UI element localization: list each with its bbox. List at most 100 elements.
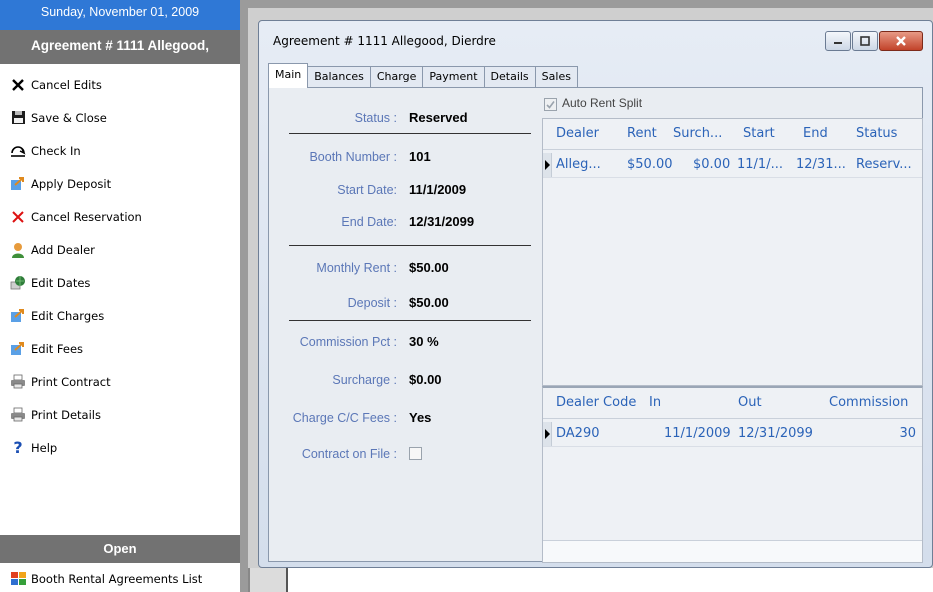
auto-rent-split-checkbox[interactable] [544,98,557,111]
row-divider [543,446,922,447]
tab-bar: Main Balances Charge Payment Details Sal… [268,63,578,88]
column-header-dealer-code[interactable]: Dealer Code [556,388,636,418]
rent-cell: $50.00 [627,157,673,172]
print-details-button[interactable]: Print Details [0,398,240,431]
close-button[interactable] [879,31,923,51]
edit-dates-button[interactable]: Edit Dates [0,266,240,299]
dealer-grid: Dealer Rent Surch... Start End Status Al… [542,118,923,386]
contract-on-file-row: Contract on File : [269,444,537,464]
checkmark-icon [546,101,555,109]
deposit-label: Deposit : [347,296,397,310]
column-header-commission[interactable]: Commission [829,388,908,418]
tab-sales[interactable]: Sales [534,66,578,87]
dealer-cell: Alleg... [556,157,601,172]
contract-on-file-label: Contract on File : [301,447,397,461]
print-contract-button[interactable]: Print Contract [0,365,240,398]
save-close-button[interactable]: Save & Close [0,101,240,134]
booth-rental-agreements-list-label: Booth Rental Agreements List [31,571,203,586]
maximize-button[interactable] [852,31,878,51]
column-header-out[interactable]: Out [738,388,762,418]
status-label: Status : [354,111,397,125]
cancel-edits-button[interactable]: Cancel Edits [0,68,240,101]
main-tab-panel: Status : Reserved Booth Number : 101 Sta… [268,87,923,563]
tab-details[interactable]: Details [483,66,536,87]
start-cell: 11/1/... [737,157,783,172]
commission-cell: 30 [899,426,916,441]
floppy-disk-icon [9,109,27,127]
tab-main[interactable]: Main [268,63,309,88]
agreement-dialog: Agreement # 1111 Allegood, Dierdre Main … [258,20,933,568]
cancel-edits-label: Cancel Edits [31,77,102,92]
list-icon [9,570,27,588]
out-date-cell: 12/31/2099 [738,426,813,441]
status-row: Status : Reserved [269,108,537,128]
surcharge-label: Surcharge : [332,373,397,387]
commission-row: Commission Pct : 30 % [269,332,537,352]
arrow-box-icon [9,340,27,358]
arrow-box-icon [9,307,27,325]
monthly-rent-label: Monthly Rent : [316,261,397,275]
workspace-lower-fill [288,568,933,592]
edit-fees-button[interactable]: Edit Fees [0,332,240,365]
column-header-start[interactable]: Start [743,119,775,149]
monthly-rent-row: Monthly Rent : $50.00 [269,258,537,278]
dealer-code-cell: DA290 [556,426,600,441]
save-close-label: Save & Close [31,110,107,125]
end-cell: 12/31... [796,157,846,172]
column-header-dealer[interactable]: Dealer [556,119,599,149]
start-date-label: Start Date: [337,183,397,197]
status-cell: Reserv... [856,157,912,172]
end-date-value: 12/31/2099 [409,214,475,229]
globe-edit-icon [9,274,27,292]
current-date: Sunday, November 01, 2009 [0,0,240,30]
separator [289,320,531,321]
column-header-status[interactable]: Status [856,119,897,149]
close-icon [880,32,922,50]
minimize-button[interactable] [825,31,851,51]
separator [289,133,531,134]
monthly-rent-value: $50.00 [409,260,449,275]
tab-balances[interactable]: Balances [307,66,371,87]
tab-payment[interactable]: Payment [422,66,485,87]
end-date-row: End Date: 12/31/2099 [269,212,537,232]
contract-on-file-checkbox[interactable] [409,447,422,460]
person-icon [9,241,27,259]
cancel-reservation-button[interactable]: Cancel Reservation [0,200,240,233]
booth-rental-agreements-list-link[interactable]: Booth Rental Agreements List [0,565,240,592]
booth-number-row: Booth Number : 101 [269,147,537,167]
header-divider [543,418,922,419]
print-contract-label: Print Contract [31,374,111,389]
add-dealer-label: Add Dealer [31,242,95,257]
header-divider [543,149,922,150]
add-dealer-button[interactable]: Add Dealer [0,233,240,266]
apply-deposit-button[interactable]: Apply Deposit [0,167,240,200]
edit-charges-label: Edit Charges [31,308,105,323]
cc-fees-row: Charge C/C Fees : Yes [269,408,537,428]
edit-charges-button[interactable]: Edit Charges [0,299,240,332]
red-x-icon [9,208,27,226]
start-date-value: 11/1/2009 [409,182,467,197]
edit-dates-label: Edit Dates [31,275,91,290]
column-header-in[interactable]: In [649,388,661,418]
agreement-header: Agreement # 1111 Allegood, [0,30,240,64]
commission-value: 30 % [409,334,439,349]
deposit-row: Deposit : $50.00 [269,293,537,313]
apply-deposit-label: Apply Deposit [31,176,112,191]
workspace-splitter[interactable] [286,568,288,592]
column-header-end[interactable]: End [803,119,828,149]
surcharge-value: $0.00 [409,372,442,387]
surcharge-cell: $0.00 [693,157,731,172]
column-header-rent[interactable]: Rent [627,119,657,149]
printer-icon [9,373,27,391]
help-button[interactable]: ? Help [0,431,240,464]
check-in-button[interactable]: Check In [0,134,240,167]
booth-assignment-grid: Dealer Code In Out Commission DA290 11/1… [542,386,923,563]
x-icon [9,76,27,94]
end-date-label: End Date: [341,215,397,229]
sidebar: Sunday, November 01, 2009 Agreement # 11… [0,0,240,592]
booth-number-label: Booth Number : [309,150,397,164]
surcharge-row: Surcharge : $0.00 [269,370,537,390]
column-header-surcharge[interactable]: Surch... [673,119,722,149]
commission-label: Commission Pct : [299,335,397,349]
tab-charge[interactable]: Charge [369,66,424,87]
